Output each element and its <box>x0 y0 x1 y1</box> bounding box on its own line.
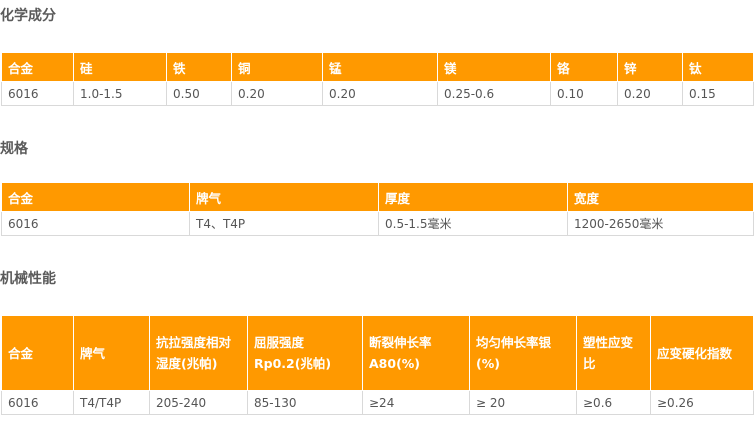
table-cell: ≥24 <box>362 390 470 415</box>
header-cell: 锌 <box>617 52 683 82</box>
header-cell: 钛 <box>682 52 754 82</box>
table-header-row: 合金 牌气 厚度 宽度 <box>1 182 754 212</box>
table-cell: 0.5-1.5毫米 <box>378 211 568 236</box>
table-cell: 1.0-1.5 <box>73 81 167 106</box>
header-cell: 断裂伸长率A80(%) <box>362 315 470 391</box>
table-cell: ≥0.26 <box>650 390 754 415</box>
table-cell: 6016 <box>1 211 190 236</box>
header-cell: 铬 <box>550 52 618 82</box>
section-title-chemical: 化学成分 <box>0 8 56 24</box>
section-title-mechanical: 机械性能 <box>0 271 56 287</box>
table-cell: 0.25-0.6 <box>437 81 551 106</box>
section-title-spec: 规格 <box>0 141 28 157</box>
header-cell: 镁 <box>437 52 551 82</box>
header-cell: 牌气 <box>73 315 150 391</box>
header-cell: 铜 <box>231 52 323 82</box>
header-cell: 牌气 <box>189 182 379 212</box>
table-cell: 6016 <box>1 390 74 415</box>
header-cell: 合金 <box>1 52 74 82</box>
mechanical-properties-table: 合金 牌气 抗拉强度相对湿度(兆帕) 屈服强度Rp0.2(兆帕) 断裂伸长率A8… <box>1 315 754 415</box>
header-cell: 硅 <box>73 52 167 82</box>
header-cell: 宽度 <box>567 182 754 212</box>
table-cell: 0.50 <box>166 81 232 106</box>
table-header-row: 合金 牌气 抗拉强度相对湿度(兆帕) 屈服强度Rp0.2(兆帕) 断裂伸长率A8… <box>1 315 754 391</box>
table-cell: 0.15 <box>682 81 754 106</box>
table-cell: 205-240 <box>149 390 248 415</box>
table-cell: 0.20 <box>231 81 323 106</box>
chemical-composition-table: 合金 硅 铁 铜 锰 镁 铬 锌 钛 6016 1.0-1.5 0.50 0.2… <box>1 52 754 106</box>
table-cell: 0.20 <box>617 81 683 106</box>
header-cell: 均匀伸长率银 (%) <box>469 315 577 391</box>
header-cell: 厚度 <box>378 182 568 212</box>
header-cell: 铁 <box>166 52 232 82</box>
table-cell: T4/T4P <box>73 390 150 415</box>
table-header-row: 合金 硅 铁 铜 锰 镁 铬 锌 钛 <box>1 52 754 82</box>
table-row: 6016 T4、T4P 0.5-1.5毫米 1200-2650毫米 <box>1 211 754 236</box>
table-cell: ≥ 20 <box>469 390 577 415</box>
table-cell: 6016 <box>1 81 74 106</box>
header-cell: 应变硬化指数 <box>650 315 754 391</box>
header-cell: 合金 <box>1 315 74 391</box>
header-cell: 抗拉强度相对湿度(兆帕) <box>149 315 248 391</box>
header-cell: 合金 <box>1 182 190 212</box>
table-cell: ≥0.6 <box>576 390 651 415</box>
header-cell: 锰 <box>322 52 438 82</box>
table-cell: 0.10 <box>550 81 618 106</box>
table-row: 6016 1.0-1.5 0.50 0.20 0.20 0.25-0.6 0.1… <box>1 81 754 106</box>
header-cell: 屈服强度Rp0.2(兆帕) <box>247 315 363 391</box>
specification-table: 合金 牌气 厚度 宽度 6016 T4、T4P 0.5-1.5毫米 1200-2… <box>1 182 754 236</box>
table-cell: T4、T4P <box>189 211 379 236</box>
table-cell: 1200-2650毫米 <box>567 211 754 236</box>
table-cell: 85-130 <box>247 390 363 415</box>
table-cell: 0.20 <box>322 81 438 106</box>
header-cell: 塑性应变比 <box>576 315 651 391</box>
table-row: 6016 T4/T4P 205-240 85-130 ≥24 ≥ 20 ≥0.6… <box>1 390 754 415</box>
